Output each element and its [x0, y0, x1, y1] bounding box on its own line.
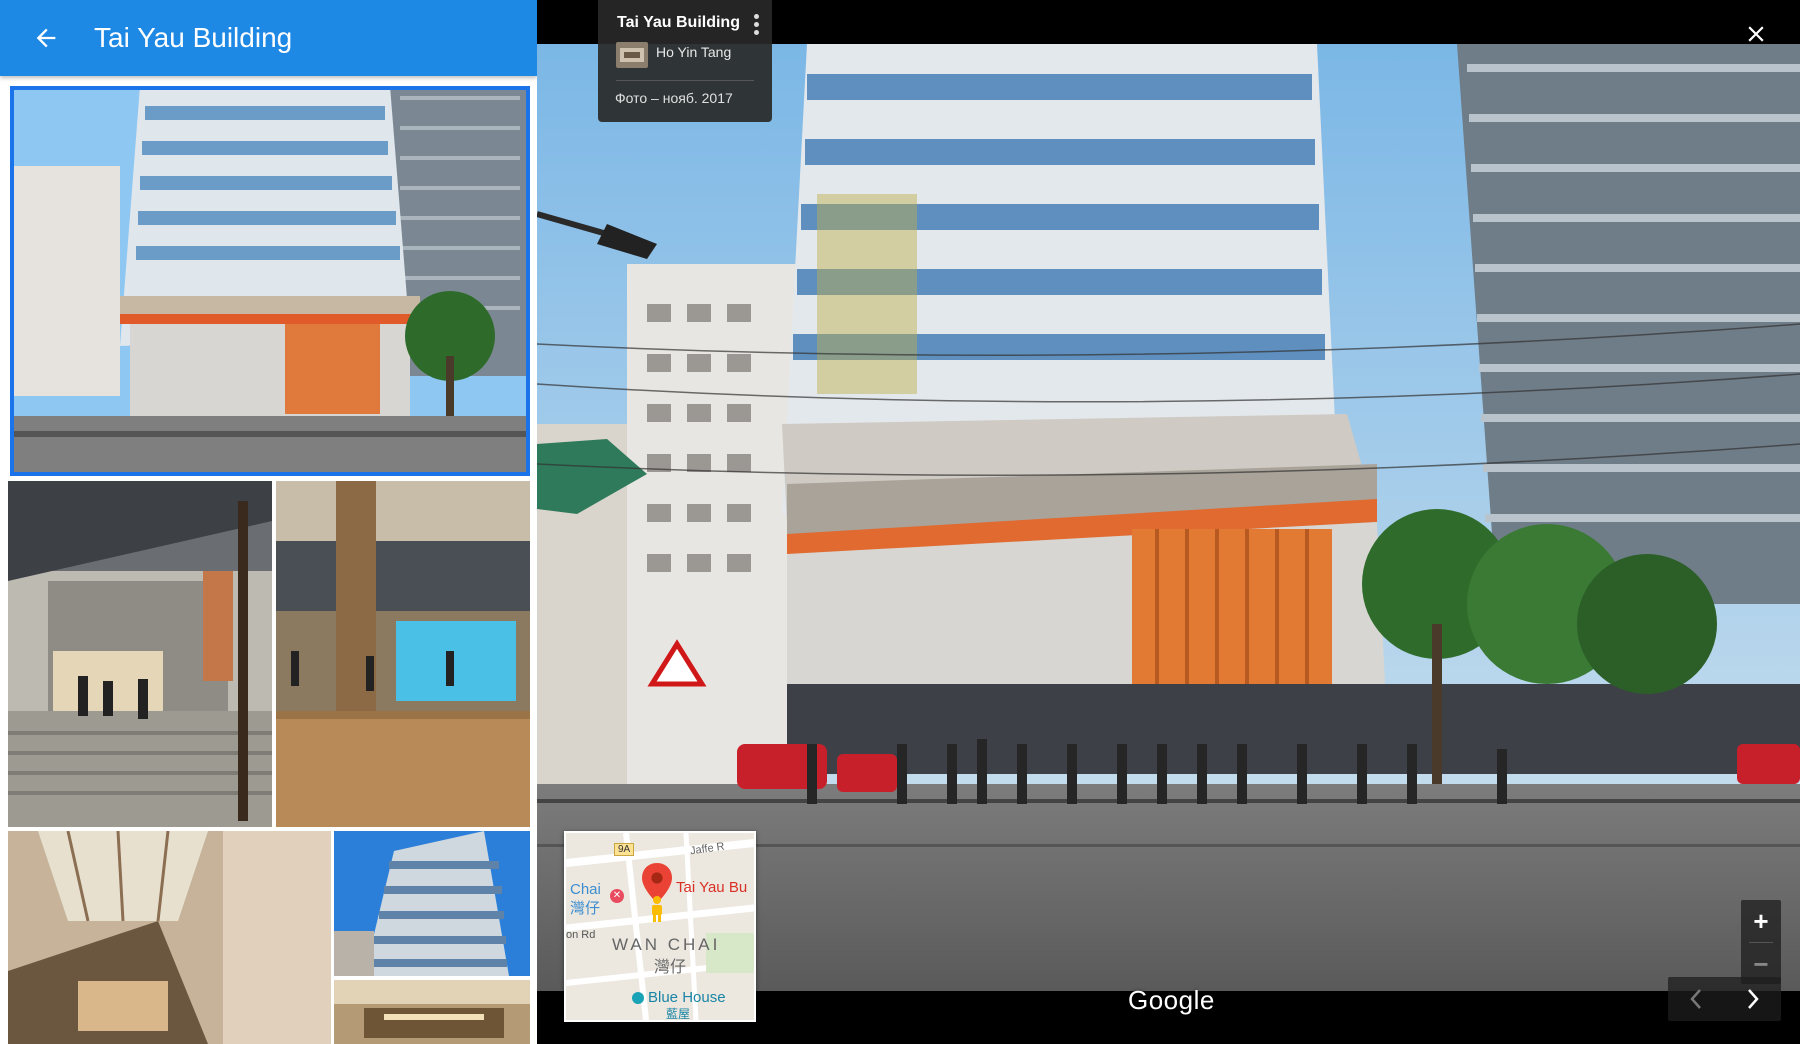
previous-photo-button[interactable] [1668, 977, 1725, 1021]
ceiling-interior-image [334, 980, 530, 1044]
back-button[interactable] [14, 6, 78, 70]
zoom-in-icon[interactable]: + [1741, 900, 1781, 942]
divider [616, 80, 754, 81]
panel-title: Tai Yau Building [94, 22, 293, 53]
building-from-below-image [334, 831, 530, 976]
poi-label: Blue House [648, 989, 726, 1006]
photo-date: Фото – нояб. 2017 [615, 90, 733, 106]
close-icon [1748, 26, 1764, 42]
area-label-cn: 灣仔 [570, 900, 601, 917]
google-watermark: Google [1128, 985, 1215, 1015]
pin-label: Tai Yau Bu [676, 879, 748, 896]
mini-map[interactable]: 9A Jaffe R Chai 灣仔 ✕ Tai Yau Bu on Rd WA… [564, 831, 756, 1022]
more-vert-icon[interactable] [754, 14, 760, 36]
photo-thumbnail-5[interactable] [334, 831, 530, 976]
close-button[interactable] [1736, 14, 1776, 54]
street-label-2: on Rd [566, 929, 596, 941]
author-name[interactable]: Ho Yin Tang [656, 44, 731, 60]
photo-thumbnail-6[interactable] [334, 980, 530, 1044]
district-label: WAN CHAI [612, 935, 721, 954]
photo-list-panel: Tai Yau Building [0, 0, 537, 1044]
nav-next-icon [1747, 989, 1759, 1009]
avatar[interactable] [616, 42, 648, 68]
escalator-interior-image [8, 831, 331, 1044]
metro-icon: ✕ [610, 889, 624, 903]
photo-navigation [1668, 977, 1781, 1021]
photo-grid [0, 76, 537, 1044]
info-title: Tai Yau Building [617, 14, 740, 31]
route-badge: 9A [614, 843, 635, 856]
panel-header: Tai Yau Building [0, 0, 537, 76]
photo-thumbnail-1[interactable] [10, 86, 530, 476]
nav-prev-icon [1690, 989, 1702, 1009]
area-label: Chai [570, 881, 601, 898]
photo-info-card: Tai Yau Building Ho Yin Tang Фото – нояб… [598, 0, 772, 122]
photo-thumbnail-4[interactable] [8, 831, 331, 1044]
arrow-back-icon [36, 28, 56, 48]
next-photo-button[interactable] [1725, 977, 1782, 1021]
photo-thumbnail-2[interactable] [8, 481, 272, 827]
poi-icon [632, 992, 644, 1004]
photo-thumbnail-3[interactable] [276, 481, 530, 827]
district-label-cn: 灣仔 [654, 959, 687, 976]
pegman-icon [652, 896, 662, 922]
zoom-control: + − [1741, 900, 1781, 984]
building-exterior-image [10, 86, 530, 476]
entrance-stairs-image [8, 481, 272, 827]
poi-label-cn: 藍屋 [666, 1007, 691, 1021]
mall-interior-image [276, 481, 530, 827]
